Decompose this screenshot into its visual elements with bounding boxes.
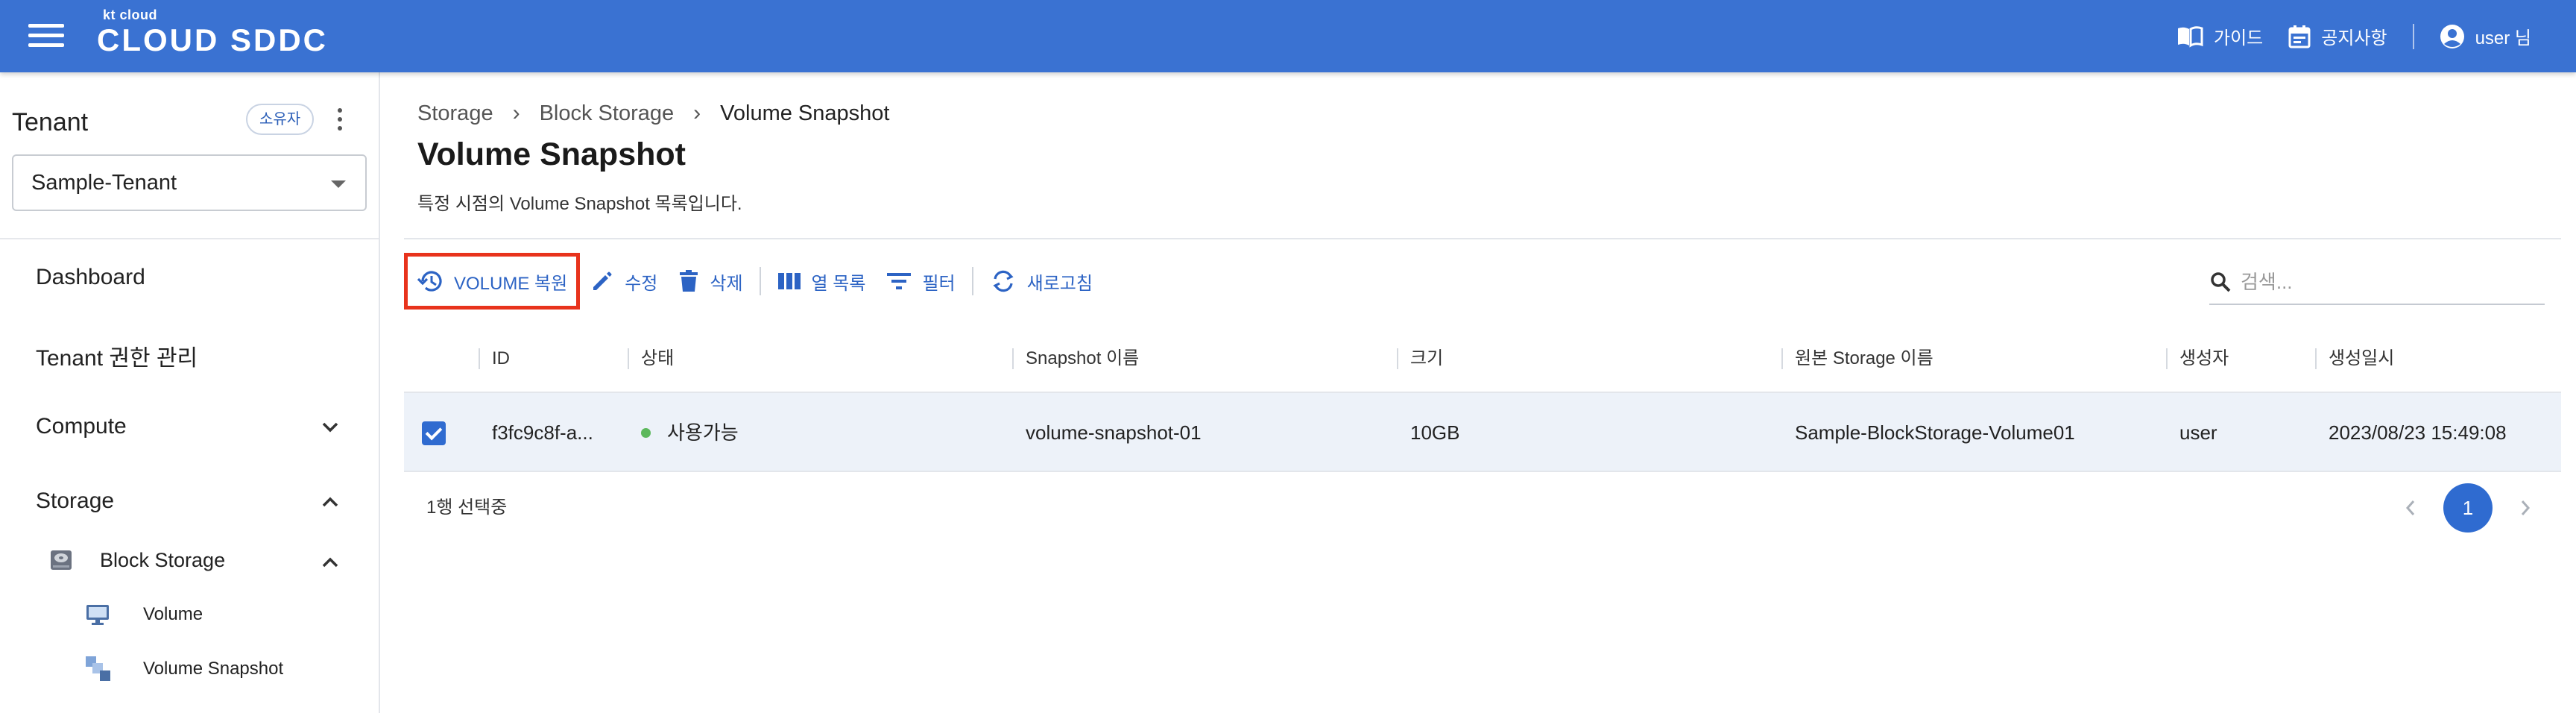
volume-snapshot-label: Volume Snapshot — [143, 659, 284, 679]
logo-small: kt cloud — [103, 7, 158, 22]
tenant-select-value: Sample-Tenant — [31, 171, 177, 195]
restore-icon — [417, 271, 442, 292]
sidebar-item-block-storage[interactable]: Block Storage — [49, 548, 225, 572]
chevron-down-icon[interactable] — [319, 416, 341, 439]
pagination: 1 — [2385, 483, 2551, 533]
cell-created-at: 2023/08/23 15:49:08 — [2329, 421, 2507, 444]
book-icon — [2177, 25, 2203, 48]
view-column-icon — [777, 273, 801, 289]
search-box — [2209, 260, 2545, 305]
trash-icon — [680, 270, 698, 292]
columns-label: 열 목록 — [811, 273, 866, 294]
column-header-id[interactable]: ID — [479, 324, 510, 393]
chevron-up-icon[interactable] — [319, 491, 341, 513]
toolbar-divider — [971, 267, 973, 295]
column-header-snapshot-name[interactable]: Snapshot 이름 — [1012, 324, 1139, 393]
column-header-size[interactable]: 크기 — [1397, 324, 1443, 393]
filter-icon — [887, 273, 912, 289]
page-title: Volume Snapshot — [417, 136, 686, 172]
cell-source-storage: Sample-BlockStorage-Volume01 — [1795, 421, 2075, 444]
guide-link[interactable]: 가이드 — [2176, 23, 2263, 49]
table-header: ID 상태 Snapshot 이름 크기 원본 Storage 이름 생성자 생… — [404, 324, 2561, 393]
sidebar: Tenant 소유자 Sample-Tenant Dashboard Tenan… — [0, 72, 380, 713]
toolbar-divider — [759, 267, 761, 295]
disk-icon — [51, 550, 72, 570]
delete-button[interactable]: 삭제 — [668, 260, 753, 302]
sidebar-item-storage[interactable]: Storage — [36, 489, 114, 514]
cell-size: 10GB — [1410, 421, 1460, 444]
volume-restore-button[interactable]: VOLUME 복원 — [404, 253, 581, 310]
toolbar: VOLUME 복원 수정 삭제 열 목록 필터 새로고침 — [404, 253, 1103, 310]
owner-badge: 소유자 — [246, 104, 315, 135]
refresh-label: 새로고침 — [1026, 273, 1093, 294]
logo[interactable]: kt cloud CLOUD SDDC — [97, 7, 328, 57]
top-header: kt cloud CLOUD SDDC 가이드 공지사항 user 님 — [0, 0, 2576, 72]
selection-count: 1행 선택중 — [426, 497, 508, 518]
breadcrumb-storage[interactable]: Storage — [417, 101, 493, 126]
breadcrumb-block-storage[interactable]: Block Storage — [540, 101, 675, 126]
column-header-creator[interactable]: 생성자 — [2166, 324, 2229, 393]
main-content: Storage › Block Storage › Volume Snapsho… — [382, 72, 2576, 713]
filter-label: 필터 — [922, 273, 956, 294]
sidebar-divider — [0, 238, 379, 239]
header-divider — [2412, 23, 2414, 49]
monitor-icon — [86, 605, 109, 625]
page-description: 특정 시점의 Volume Snapshot 목록입니다. — [417, 194, 742, 214]
status-dot-icon — [641, 427, 651, 438]
filter-button[interactable]: 필터 — [876, 260, 965, 302]
menu-icon[interactable] — [28, 24, 64, 49]
chevron-right-icon[interactable] — [2500, 483, 2551, 533]
cell-status: 사용가능 — [628, 393, 739, 472]
row-checkbox[interactable] — [422, 421, 446, 445]
breadcrumb: Storage › Block Storage › Volume Snapsho… — [417, 101, 889, 126]
notice-label: 공지사항 — [2321, 28, 2387, 48]
tenant-select[interactable]: Sample-Tenant — [12, 154, 367, 211]
pencil-icon — [593, 271, 612, 290]
user-menu[interactable]: user 님 — [2440, 23, 2531, 49]
volume-label: Volume — [143, 604, 203, 624]
sidebar-item-dashboard[interactable]: Dashboard — [36, 265, 145, 290]
refresh-icon — [993, 270, 1014, 292]
chevron-right-icon: › — [512, 101, 520, 125]
cell-status-text: 사용가능 — [667, 421, 739, 444]
table-row[interactable]: f3fc9c8f-a... 사용가능 volume-snapshot-01 10… — [404, 393, 2561, 472]
chevron-left-icon[interactable] — [2385, 483, 2436, 533]
column-header-source-storage[interactable]: 원본 Storage 이름 — [1781, 324, 1933, 393]
user-label: user 님 — [2475, 28, 2531, 48]
sidebar-item-volume-snapshot[interactable]: Volume Snapshot — [85, 656, 283, 682]
cell-creator: user — [2179, 421, 2217, 444]
tenant-title: Tenant — [12, 108, 89, 136]
block-storage-label: Block Storage — [100, 548, 226, 571]
sidebar-item-tenant-permission[interactable]: Tenant 권한 관리 — [36, 339, 198, 372]
cell-id: f3fc9c8f-a... — [492, 421, 593, 444]
logo-main: CLOUD SDDC — [97, 22, 328, 57]
snapshot-icon — [86, 656, 110, 681]
guide-label: 가이드 — [2213, 28, 2264, 48]
delete-label: 삭제 — [710, 273, 743, 294]
title-divider — [404, 238, 2561, 239]
refresh-button[interactable]: 새로고침 — [979, 260, 1103, 302]
snapshot-table: ID 상태 Snapshot 이름 크기 원본 Storage 이름 생성자 생… — [404, 324, 2561, 472]
chevron-right-icon: › — [693, 101, 701, 125]
sidebar-item-volume[interactable]: Volume — [85, 603, 203, 626]
search-icon — [2211, 272, 2231, 292]
edit-label: 수정 — [625, 273, 658, 294]
dropdown-arrow-icon — [331, 180, 346, 188]
more-vert-icon[interactable] — [332, 108, 347, 135]
column-header-created-at[interactable]: 생성일시 — [2315, 324, 2394, 393]
cell-snapshot-name: volume-snapshot-01 — [1026, 421, 1202, 444]
sidebar-item-compute[interactable]: Compute — [36, 414, 127, 439]
volume-restore-label: VOLUME 복원 — [454, 273, 568, 294]
account-circle-icon — [2440, 24, 2464, 48]
column-header-status[interactable]: 상태 — [628, 324, 674, 393]
columns-button[interactable]: 열 목록 — [767, 260, 877, 302]
chevron-up-icon[interactable] — [319, 551, 341, 574]
edit-button[interactable]: 수정 — [580, 260, 668, 302]
calendar-icon — [2288, 25, 2311, 48]
breadcrumb-current: Volume Snapshot — [720, 101, 890, 125]
search-input[interactable] — [2241, 270, 2524, 294]
page-button-current[interactable]: 1 — [2443, 483, 2493, 533]
notice-link[interactable]: 공지사항 — [2288, 23, 2387, 49]
table-footer: 1행 선택중 1 — [404, 472, 2561, 544]
